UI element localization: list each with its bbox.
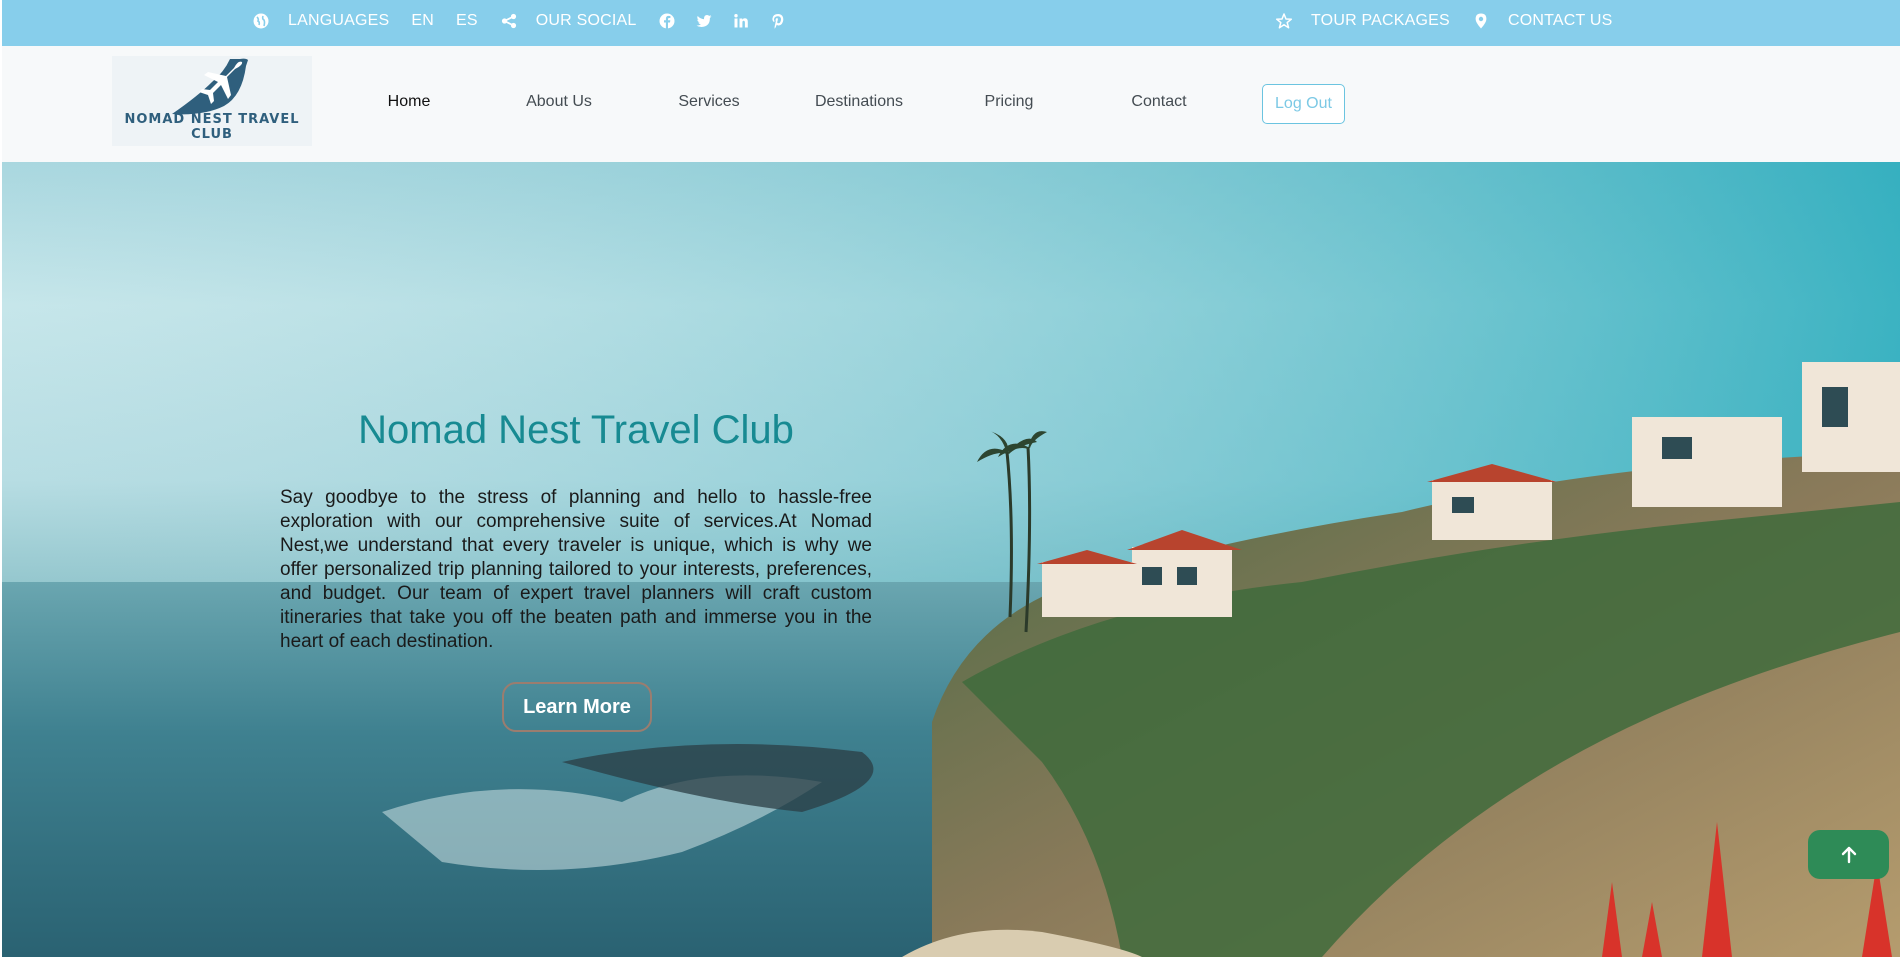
lang-es-link[interactable]: ES bbox=[456, 12, 478, 30]
arrow-up-icon bbox=[1841, 846, 1856, 863]
nav-destinations[interactable]: Destinations bbox=[784, 93, 934, 111]
nav-home[interactable]: Home bbox=[334, 93, 484, 111]
top-bar-left: LANGUAGES EN ES OUR SOCIAL bbox=[252, 0, 806, 42]
lang-en-link[interactable]: EN bbox=[411, 12, 434, 30]
star-icon bbox=[1275, 12, 1293, 30]
nav-pricing[interactable]: Pricing bbox=[934, 93, 1084, 111]
globe-icon bbox=[252, 12, 270, 30]
hero-section: Nomad Nest Travel Club Say goodbye to th… bbox=[2, 162, 1900, 957]
contact-us-link[interactable]: CONTACT US bbox=[1508, 12, 1613, 30]
nav-services[interactable]: Services bbox=[634, 93, 784, 111]
share-icon bbox=[500, 12, 518, 30]
nav-about-us[interactable]: About Us bbox=[484, 93, 634, 111]
social-label: OUR SOCIAL bbox=[535, 12, 637, 29]
map-pin-icon bbox=[1472, 12, 1490, 30]
logout-button[interactable]: Log Out bbox=[1262, 84, 1345, 124]
top-bar: LANGUAGES EN ES OUR SOCIAL TOUR PACKAGES… bbox=[2, 0, 1900, 46]
logo[interactable]: NOMAD NEST TRAVEL CLUB bbox=[112, 56, 312, 146]
pinterest-icon[interactable] bbox=[769, 12, 787, 30]
main-header: NOMAD NEST TRAVEL CLUB Home About Us Ser… bbox=[2, 46, 1900, 162]
languages-label: LANGUAGES bbox=[288, 12, 390, 29]
plane-logo-icon bbox=[172, 58, 248, 115]
hero-title: Nomad Nest Travel Club bbox=[358, 408, 794, 452]
twitter-icon[interactable] bbox=[695, 12, 713, 30]
top-bar-right: TOUR PACKAGES CONTACT US bbox=[1275, 0, 1634, 42]
logo-text: NOMAD NEST TRAVEL CLUB bbox=[124, 112, 300, 142]
nav-contact[interactable]: Contact bbox=[1084, 93, 1234, 111]
tour-packages-link[interactable]: TOUR PACKAGES bbox=[1311, 12, 1450, 30]
hero-description: Say goodbye to the stress of planning an… bbox=[280, 487, 872, 652]
back-to-top-button[interactable] bbox=[1808, 830, 1889, 879]
learn-more-button[interactable]: Learn More bbox=[502, 682, 652, 732]
facebook-icon[interactable] bbox=[658, 12, 676, 30]
linkedin-icon[interactable] bbox=[732, 12, 750, 30]
